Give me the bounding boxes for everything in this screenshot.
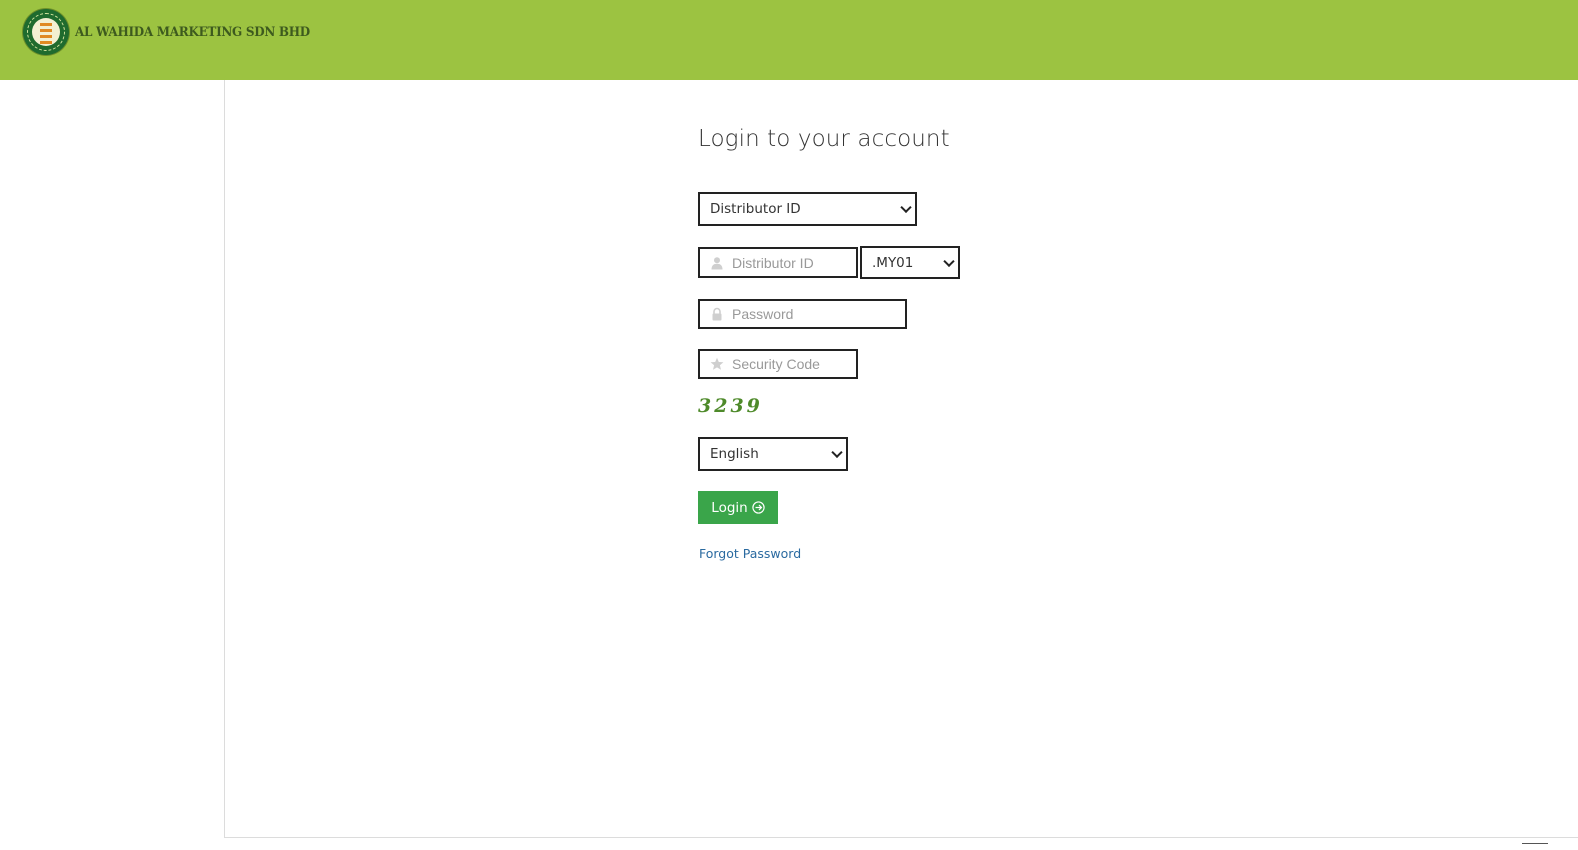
- login-button-label: Login: [711, 499, 748, 516]
- company-logo-icon[interactable]: [23, 9, 69, 55]
- star-icon: [710, 357, 724, 370]
- language-select[interactable]: English: [698, 437, 848, 471]
- sidebar-divider: [224, 80, 225, 838]
- chevron-down-icon: [900, 201, 912, 214]
- chevron-down-icon: [943, 255, 955, 267]
- password-field[interactable]: [698, 299, 907, 329]
- security-code-input[interactable]: [732, 351, 852, 377]
- region-select-value: .MY01: [872, 254, 914, 271]
- brand-name[interactable]: AL WAHIDA MARKETING SDN BHD: [75, 24, 310, 39]
- login-button[interactable]: Login: [698, 491, 778, 524]
- distributor-id-field[interactable]: [698, 247, 858, 278]
- chevron-down-icon: [831, 446, 843, 459]
- arrow-circle-right-icon: [752, 501, 765, 514]
- header-bar: AL WAHIDA MARKETING SDN BHD: [0, 0, 1578, 80]
- logo-emblem: [32, 18, 60, 46]
- footer-divider: [224, 837, 1578, 838]
- region-select[interactable]: .MY01: [860, 246, 960, 279]
- password-input[interactable]: [732, 301, 901, 327]
- corner-mark: [1522, 843, 1548, 844]
- lock-icon: [712, 307, 722, 321]
- user-icon: [711, 256, 723, 269]
- language-select-value: English: [710, 446, 759, 462]
- security-code-field[interactable]: [698, 349, 858, 379]
- login-type-select[interactable]: Distributor ID: [698, 192, 917, 226]
- login-type-select-value: Distributor ID: [710, 201, 801, 217]
- page-title: Login to your account: [698, 126, 950, 152]
- forgot-password-link[interactable]: Forgot Password: [699, 546, 801, 561]
- captcha-image: 3239: [698, 395, 763, 417]
- distributor-id-input[interactable]: [732, 249, 852, 276]
